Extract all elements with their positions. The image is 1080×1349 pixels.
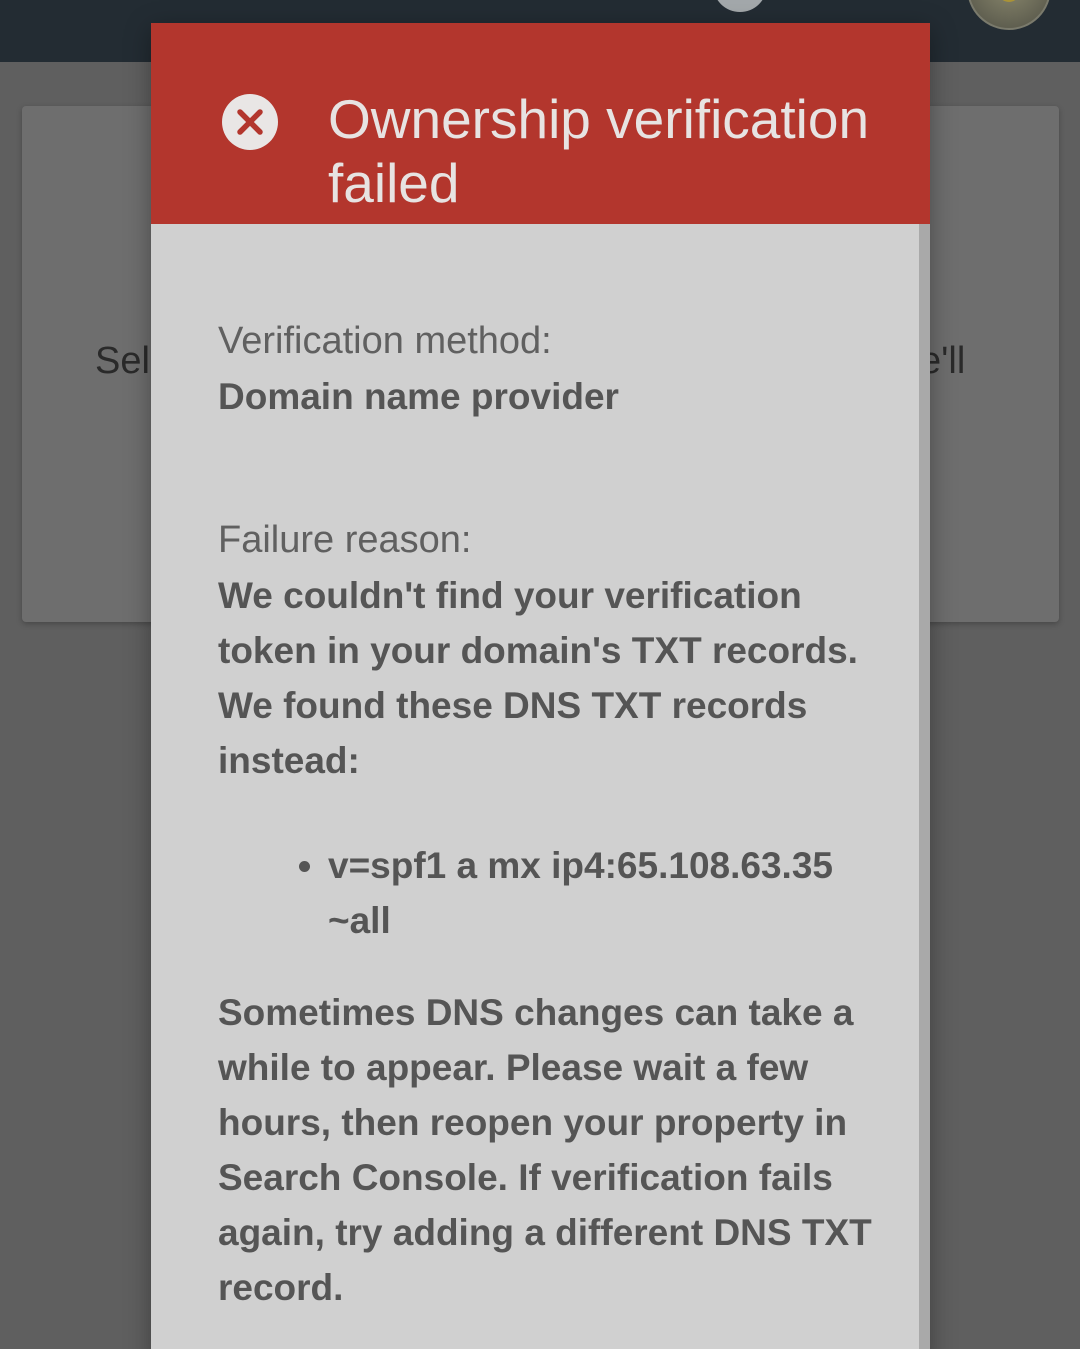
verification-method-label: Verification method: [218, 320, 552, 362]
advice-text: Sometimes DNS changes can take a while t… [218, 992, 872, 1308]
dialog-title: Ownership verification failed [328, 88, 870, 214]
dialog-body: Verification method: Domain name provide… [218, 314, 878, 1349]
dns-record-list: v=spf1 a mx ip4:65.108.63.35 ~all [218, 838, 878, 948]
avatar-emblem-icon [998, 0, 1020, 2]
verification-failed-dialog: Ownership verification failed Verificati… [151, 23, 930, 1349]
settings-icon[interactable] [842, 0, 902, 8]
dialog-scrollbar[interactable] [919, 224, 930, 1349]
failure-reason-section: Failure reason: We couldn't find your ve… [218, 513, 878, 788]
dns-record-item: v=spf1 a mx ip4:65.108.63.35 ~all [328, 838, 868, 948]
menu-icon[interactable] [62, 0, 114, 4]
help-icon[interactable] [713, 0, 767, 12]
failure-reason-text: We couldn't find your verification token… [218, 575, 858, 781]
background-card-text: Sel [95, 340, 150, 382]
dialog-header: Ownership verification failed [151, 23, 930, 224]
error-circle-icon [222, 94, 278, 150]
avatar[interactable] [967, 0, 1051, 30]
screen: Sel e'll Ownership verification failed V… [0, 0, 1080, 1349]
verification-method-value: Domain name provider [218, 376, 619, 417]
failure-reason-label: Failure reason: [218, 519, 472, 561]
